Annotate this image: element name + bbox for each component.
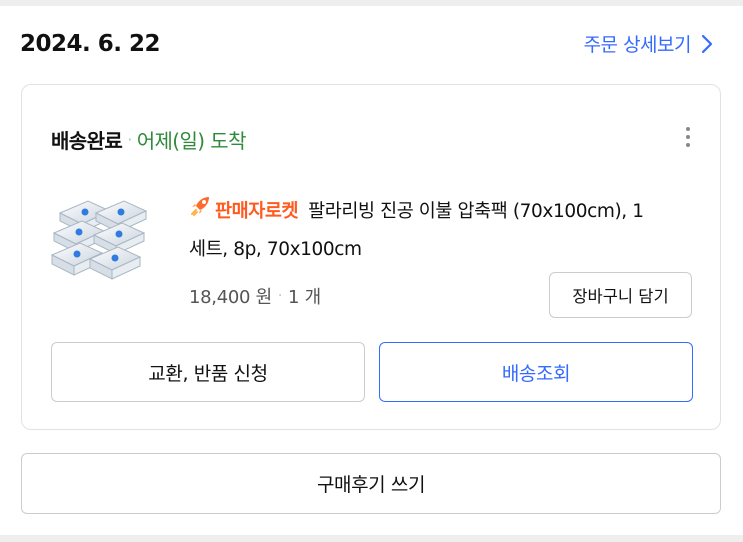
product-name-block[interactable]: 판매자로켓 팔라리빙 진공 이불 압축팩 (70x100cm), 1세트, 8p… <box>189 193 649 269</box>
add-to-cart-button[interactable]: 장바구니 담기 <box>549 272 692 318</box>
status-separator: · <box>127 130 132 149</box>
arrival-date: 어제(일) 도착 <box>136 129 247 153</box>
order-date: 2024. 6. 22 <box>20 31 161 57</box>
product-quantity: 1 개 <box>288 287 321 308</box>
write-review-button[interactable]: 구매후기 쓰기 <box>21 453 721 514</box>
exchange-return-button[interactable]: 교환, 반품 신청 <box>51 342 365 402</box>
bottom-divider-strip <box>0 535 743 542</box>
order-detail-link[interactable]: 주문 상세보기 <box>584 30 713 57</box>
price-quantity: 18,400 원 · 1 개 <box>189 283 321 309</box>
order-detail-link-label: 주문 상세보기 <box>583 34 692 56</box>
product-price: 18,400 원 <box>189 287 272 308</box>
chevron-right-icon <box>701 34 713 54</box>
product-thumbnail[interactable] <box>50 191 152 283</box>
vacuum-bag-stack-image <box>50 200 148 280</box>
order-card: 배송완료 · 어제(일) 도착 판매자로켓 팔라리빙 진공 이불 압축팩 (70… <box>21 84 721 430</box>
price-separator: · <box>277 288 283 304</box>
seller-rocket-label: 판매자로켓 <box>215 201 299 222</box>
delivery-status-label: 배송완료 <box>51 129 123 153</box>
more-options-icon[interactable] <box>676 121 700 153</box>
seller-rocket-badge: 판매자로켓 <box>189 193 299 231</box>
track-delivery-button[interactable]: 배송조회 <box>379 342 693 402</box>
top-divider-strip <box>0 0 743 6</box>
rocket-icon <box>189 193 213 231</box>
delivery-status: 배송완료 · 어제(일) 도착 <box>51 125 246 154</box>
